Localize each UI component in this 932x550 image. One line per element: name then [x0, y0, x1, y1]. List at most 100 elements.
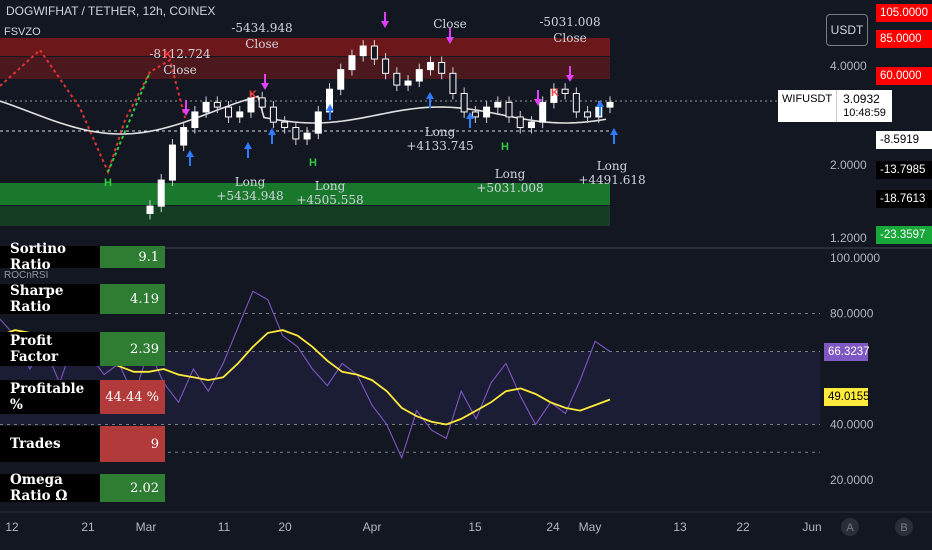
stats-table: Sortino Ratio 9.1 Sharpe Ratio 4.19 Prof…: [0, 241, 165, 504]
candle: [404, 80, 412, 86]
trade-amount-label: -5031.008: [539, 15, 600, 29]
price-axis-label: 2.0000: [830, 158, 867, 172]
candle: [393, 72, 401, 86]
price-level-badge: -18.7613: [876, 190, 932, 208]
stats-row: Sortino Ratio 9.1: [0, 241, 165, 273]
time-axis-label: 24: [546, 520, 560, 534]
time-axis-label: 22: [736, 520, 750, 534]
candle: [337, 69, 345, 90]
candle: [516, 116, 524, 129]
candle: [168, 144, 176, 181]
candle: [483, 106, 491, 118]
candle: [258, 97, 266, 108]
price-axis-label: 1.2000: [830, 231, 867, 245]
price-axis-label: 4.0000: [830, 59, 867, 73]
trade-amount-label: +4505.558: [296, 193, 363, 207]
oscillator-value-badge: 49.0155: [824, 388, 870, 406]
stats-row: Profit Factor 2.39: [0, 332, 165, 366]
candle: [292, 127, 300, 140]
price-level-badge: 105.0000: [876, 4, 932, 22]
price-level-badge: -8.5919: [876, 131, 932, 149]
stats-label: Trades: [0, 426, 100, 462]
candle: [438, 61, 446, 74]
trade-type-label: Long: [597, 159, 628, 173]
oscillator-value-badge: 66.3237: [824, 343, 870, 361]
candle: [359, 45, 367, 57]
osc-axis-label: 40.0000: [830, 418, 874, 432]
candle: [213, 101, 221, 108]
price-level-badge: -13.7985: [876, 161, 932, 179]
trade-type-label: Close: [553, 31, 587, 45]
currency-button[interactable]: USDT: [826, 14, 868, 46]
trade-type-label: Close: [245, 37, 279, 51]
time-axis-label: 15: [468, 520, 482, 534]
candle: [314, 111, 322, 134]
stats-value: 9.1: [100, 246, 165, 268]
time-axis-label: Apr: [363, 520, 382, 534]
upper-zone-band: [0, 38, 610, 56]
stats-value: 44.44 %: [100, 380, 165, 414]
price-level-badge: 85.0000: [876, 30, 932, 48]
stats-label: Sharpe Ratio: [0, 283, 100, 315]
symbol-price: 3.0932 10:48:59: [836, 90, 892, 122]
chart-title: DOGWIFHAT / TETHER, 12h, COINEX: [6, 4, 216, 18]
signal-marker: K: [249, 89, 257, 101]
symbol-price-badge: WIFUSDT 3.0932 10:48:59: [778, 90, 892, 122]
time-axis-button-label: A: [846, 522, 854, 534]
candle: [415, 69, 423, 82]
trade-type-label: Close: [163, 63, 197, 77]
stats-row: Omega Ratio Ω 2.02: [0, 472, 165, 504]
trade-amount-label: -8112.724: [149, 47, 211, 61]
indicator-label[interactable]: FSVZO: [4, 26, 41, 38]
time-axis-label: 21: [81, 520, 95, 534]
signal-marker: K: [551, 87, 559, 99]
osc-axis-label: 80.0000: [830, 307, 874, 321]
time-axis-label: May: [579, 520, 602, 534]
lower-zone-band: [0, 206, 610, 226]
time-axis-button-label: B: [900, 522, 907, 534]
stats-row: Profitable % 44.44 %: [0, 380, 165, 414]
candle: [584, 111, 592, 118]
candle: [460, 92, 468, 113]
symbol-name: WIFUSDT: [778, 90, 837, 122]
price-level-badge: 60.0000: [876, 67, 932, 85]
time-axis-label: 20: [278, 520, 292, 534]
stats-row: Sharpe Ratio 4.19: [0, 283, 165, 315]
stats-label: Sortino Ratio: [0, 241, 100, 273]
candle: [572, 92, 580, 113]
stats-value: 2.02: [100, 474, 165, 502]
trade-amount-label: -5434.948: [231, 21, 292, 35]
trade-amount-label: +5434.948: [216, 189, 283, 203]
high-marker: H: [501, 141, 509, 153]
candle: [225, 106, 233, 118]
trade-amount-label: +5031.008: [476, 181, 543, 195]
trade-type-label: Long: [425, 125, 456, 139]
candle: [146, 205, 154, 214]
candle: [281, 121, 289, 129]
candle: [236, 111, 244, 118]
signal-marker: K: [164, 49, 172, 61]
candle: [303, 132, 311, 140]
price-level-badge: -23.3597: [876, 226, 932, 244]
candle: [202, 101, 210, 113]
trade-type-label: Long: [495, 167, 526, 181]
stats-value: 9: [100, 426, 165, 462]
candle: [191, 111, 199, 129]
stats-value: 2.39: [100, 332, 165, 366]
time-axis-label: 12: [5, 520, 19, 534]
time-axis-label: Jun: [802, 520, 821, 534]
high-marker: H: [309, 157, 317, 169]
candle: [382, 58, 390, 74]
candle: [527, 121, 535, 129]
trade-amount-label: +4491.618: [578, 173, 645, 187]
candle: [449, 72, 457, 94]
stats-value: 4.19: [100, 284, 165, 314]
trade-type-label: Long: [315, 179, 346, 193]
candle: [539, 101, 547, 123]
time-axis-label: Mar: [136, 520, 157, 534]
candle: [494, 101, 502, 108]
osc-axis-label: 20.0000: [830, 473, 874, 487]
stats-label: Profit Factor: [0, 332, 100, 366]
stats-label: Omega Ratio Ω: [0, 472, 100, 504]
candle: [505, 101, 513, 118]
